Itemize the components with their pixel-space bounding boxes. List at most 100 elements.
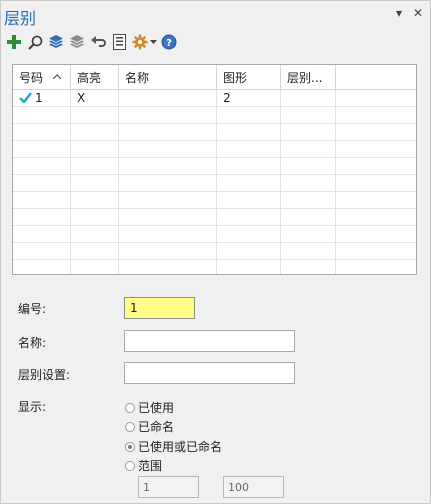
empty-cell: [13, 260, 71, 274]
radio-named[interactable]: [125, 421, 135, 432]
checkmark-icon: [19, 92, 32, 104]
empty-cell: [71, 124, 119, 140]
row-name-cell[interactable]: [119, 90, 217, 106]
empty-cell: [119, 124, 217, 140]
empty-cell: [281, 260, 336, 274]
empty-cell: [281, 158, 336, 174]
empty-cell: [71, 107, 119, 123]
column-label: 号码: [19, 71, 44, 85]
empty-cell: [281, 226, 336, 242]
layers-button[interactable]: [46, 32, 66, 52]
row-number: 1: [35, 91, 43, 105]
empty-cell: [217, 141, 281, 157]
empty-cell: [13, 175, 71, 191]
display-option-range[interactable]: 范围: [125, 457, 162, 474]
help-button[interactable]: ?: [159, 32, 179, 52]
help-icon: ?: [161, 34, 177, 50]
empty-cell: [71, 192, 119, 208]
row-highlight-cell[interactable]: X: [71, 90, 119, 106]
layers-gray-button[interactable]: [67, 32, 87, 52]
column-header-group[interactable]: 层别...: [281, 65, 336, 89]
empty-cell: [217, 192, 281, 208]
empty-cell: [217, 175, 281, 191]
empty-rows: [13, 107, 416, 274]
display-option-used[interactable]: 已使用: [125, 399, 174, 416]
range-to-field[interactable]: [223, 476, 284, 498]
empty-cell: [281, 243, 336, 259]
empty-cell: [119, 260, 217, 274]
empty-table-row: [13, 158, 416, 175]
table-row[interactable]: 1 X 2: [13, 90, 416, 107]
empty-cell: [217, 107, 281, 123]
empty-cell: [217, 260, 281, 274]
toolbar: ?: [4, 32, 180, 52]
empty-cell: [281, 124, 336, 140]
empty-cell: [281, 192, 336, 208]
chevron-down-icon: [149, 39, 157, 44]
row-number-cell: 1: [13, 90, 71, 106]
panel-title: 层别: [4, 9, 37, 28]
empty-table-row: [13, 243, 416, 260]
layers-blue-icon: [49, 35, 63, 48]
grid-header: 号码 高亮 名称 图形 层别...: [13, 65, 416, 90]
empty-cell: [217, 124, 281, 140]
column-header-number[interactable]: 号码: [13, 65, 71, 89]
add-layer-button[interactable]: [4, 32, 24, 52]
empty-table-row: [13, 141, 416, 158]
radio-used-or-named[interactable]: [125, 441, 135, 452]
close-button[interactable]: ✕: [411, 6, 425, 20]
empty-cell: [281, 107, 336, 123]
display-option-named[interactable]: 已命名: [125, 418, 174, 435]
empty-cell: [336, 175, 414, 191]
name-label: 名称:: [18, 336, 47, 350]
display-label: 显示:: [18, 400, 47, 414]
empty-cell: [336, 243, 414, 259]
empty-cell: [217, 243, 281, 259]
option-label: 已命名: [138, 420, 175, 434]
empty-table-row: [13, 192, 416, 209]
empty-table-row: [13, 175, 416, 192]
empty-cell: [71, 209, 119, 225]
layer-grid[interactable]: 号码 高亮 名称 图形 层别... 1 X 2: [12, 64, 417, 275]
column-header-name[interactable]: 名称: [119, 65, 217, 89]
undo-icon: [90, 35, 106, 47]
gear-icon: [132, 34, 147, 50]
list-button[interactable]: [109, 32, 129, 52]
empty-cell: [119, 209, 217, 225]
empty-cell: [13, 158, 71, 174]
empty-cell: [13, 192, 71, 208]
range-from-field[interactable]: [138, 476, 199, 498]
empty-cell: [13, 226, 71, 242]
row-group-cell: [281, 90, 336, 106]
empty-table-row: [13, 209, 416, 226]
column-header-filler: [336, 65, 414, 89]
empty-cell: [13, 243, 71, 259]
empty-cell: [336, 260, 414, 274]
empty-table-row: [13, 124, 416, 141]
empty-cell: [13, 209, 71, 225]
radio-range[interactable]: [125, 460, 135, 471]
empty-cell: [119, 192, 217, 208]
group-field[interactable]: [124, 362, 295, 384]
empty-cell: [281, 209, 336, 225]
empty-cell: [71, 260, 119, 274]
empty-cell: [281, 175, 336, 191]
name-field[interactable]: [124, 330, 295, 352]
empty-cell: [336, 141, 414, 157]
empty-cell: [13, 107, 71, 123]
empty-table-row: [13, 226, 416, 243]
empty-cell: [217, 158, 281, 174]
panel-menu-button[interactable]: ▾: [392, 6, 406, 20]
undo-button[interactable]: [88, 32, 108, 52]
number-field[interactable]: [124, 297, 195, 319]
radio-used[interactable]: [125, 402, 135, 413]
empty-cell: [119, 107, 217, 123]
settings-button[interactable]: [130, 32, 158, 52]
svg-text:?: ?: [166, 38, 172, 49]
display-option-used-or-named[interactable]: 已使用或已命名: [125, 438, 222, 455]
column-header-entities[interactable]: 图形: [217, 65, 281, 89]
column-header-highlight[interactable]: 高亮: [71, 65, 119, 89]
search-button[interactable]: [25, 32, 45, 52]
empty-cell: [13, 141, 71, 157]
empty-cell: [119, 243, 217, 259]
